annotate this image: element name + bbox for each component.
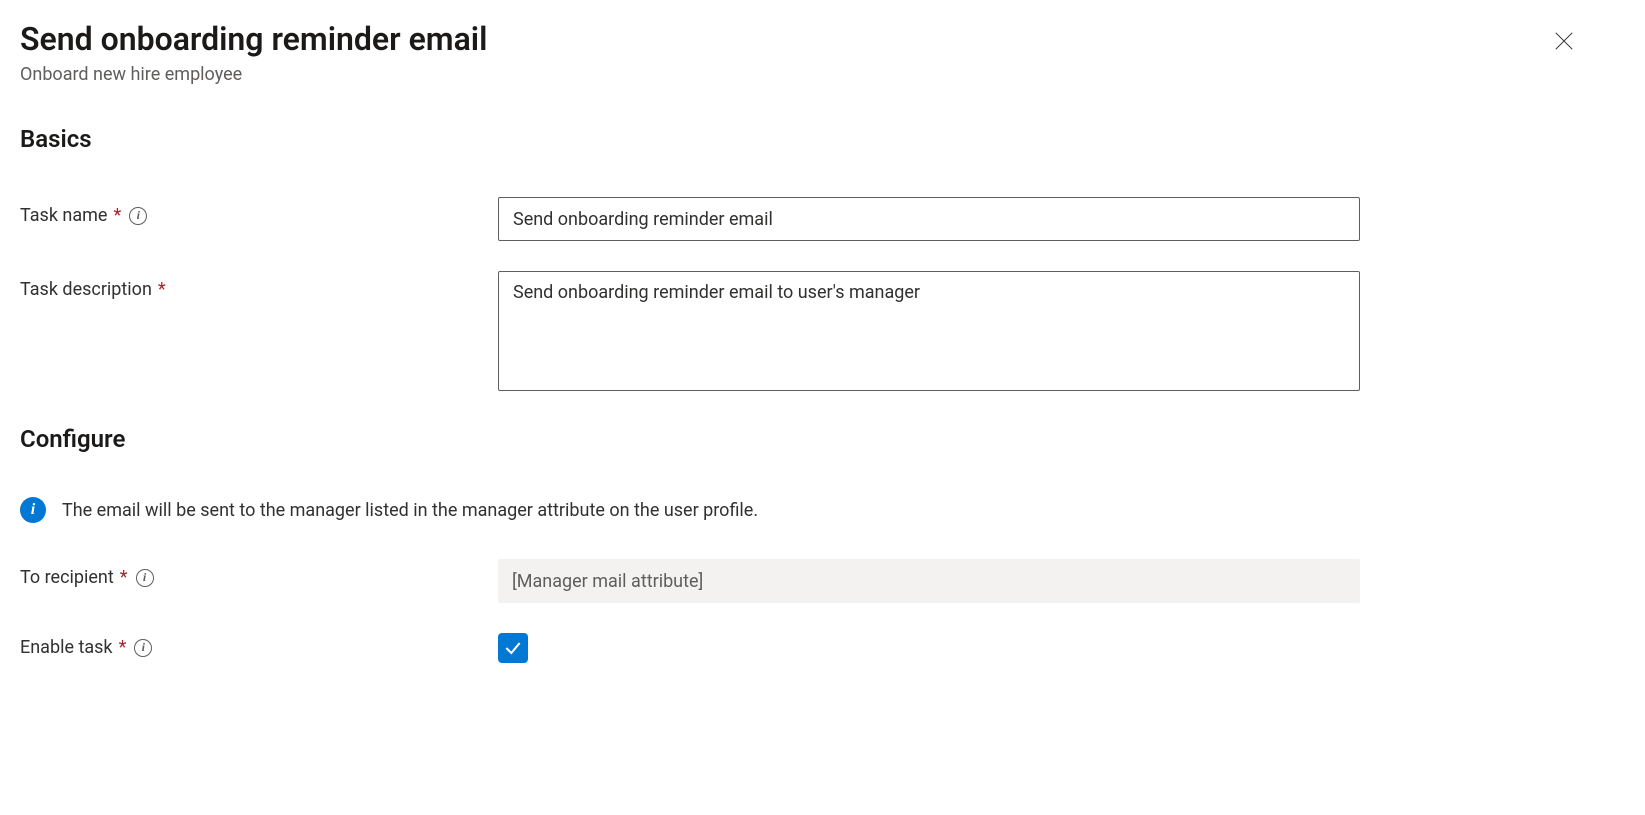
info-message: The email will be sent to the manager li… — [62, 500, 758, 521]
close-button[interactable] — [1551, 28, 1577, 54]
close-icon — [1553, 30, 1575, 52]
info-icon[interactable]: i — [129, 207, 147, 225]
to-recipient-label: To recipient — [20, 567, 114, 588]
required-marker: * — [120, 567, 128, 588]
info-icon-filled: i — [20, 497, 46, 523]
required-marker: * — [113, 205, 121, 226]
page-subtitle: Onboard new hire employee — [20, 64, 1625, 85]
info-icon[interactable]: i — [134, 639, 152, 657]
page-title: Send onboarding reminder email — [20, 20, 1625, 58]
task-name-label: Task name — [20, 205, 107, 226]
section-heading-configure: Configure — [20, 425, 1625, 453]
required-marker: * — [119, 637, 127, 658]
section-heading-basics: Basics — [20, 125, 1625, 153]
task-name-input[interactable] — [498, 197, 1360, 241]
enable-task-label: Enable task — [20, 637, 113, 658]
check-icon — [503, 638, 523, 658]
to-recipient-input — [498, 559, 1360, 603]
info-icon[interactable]: i — [136, 569, 154, 587]
task-description-input[interactable]: Send onboarding reminder email to user's… — [498, 271, 1360, 391]
required-marker: * — [158, 279, 166, 300]
task-description-label: Task description — [20, 279, 152, 300]
enable-task-checkbox[interactable] — [498, 633, 528, 663]
